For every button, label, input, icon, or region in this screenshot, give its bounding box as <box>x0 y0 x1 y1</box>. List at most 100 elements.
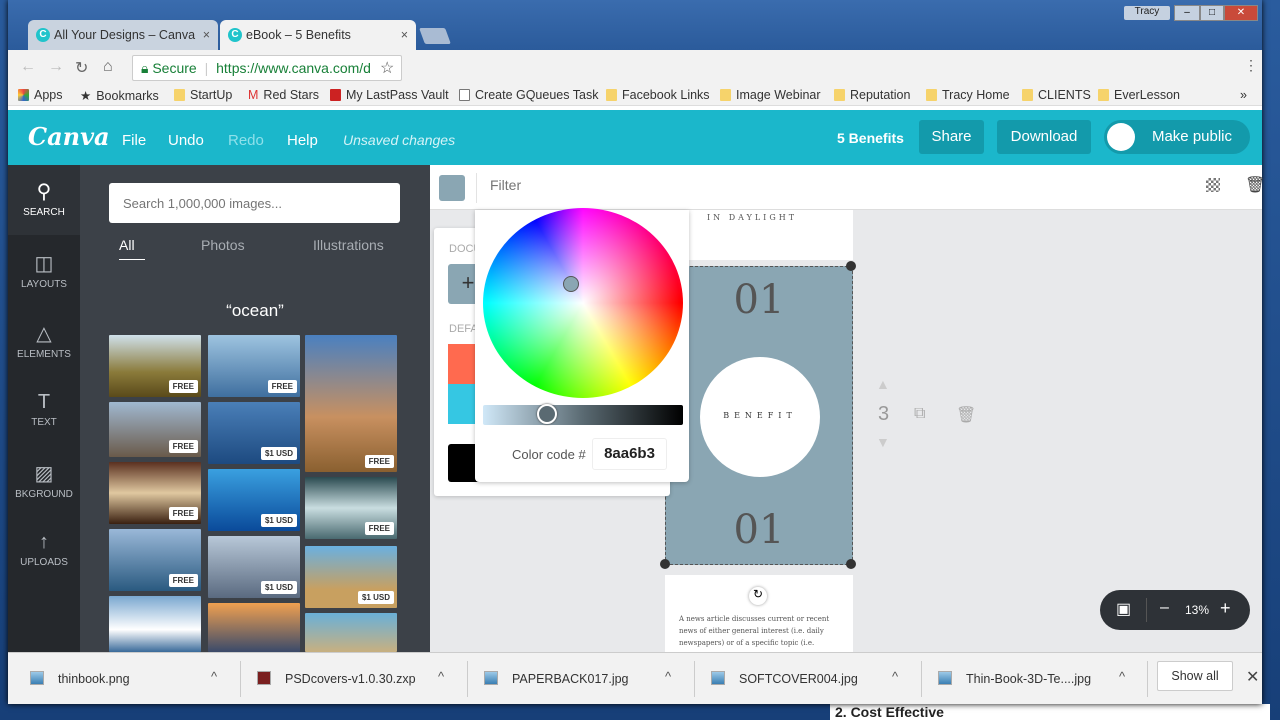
close-tab-icon[interactable]: × <box>203 20 210 50</box>
resize-handle[interactable] <box>846 559 856 569</box>
present-icon[interactable]: ▣ <box>1116 599 1131 619</box>
image-result-thumbnail[interactable]: FREE <box>109 402 201 457</box>
bookmark-red-stars[interactable]: M Red Stars <box>248 88 319 102</box>
nav-text[interactable]: T TEXT <box>8 391 80 428</box>
download-button[interactable]: Download <box>997 120 1091 154</box>
image-result-thumbnail[interactable]: $1 USD <box>208 402 300 464</box>
new-tab-button[interactable] <box>419 28 451 44</box>
brightness-slider-handle[interactable] <box>537 404 557 424</box>
tab-all[interactable]: All <box>119 237 145 260</box>
download-options-caret[interactable]: ^ <box>892 669 898 684</box>
benefit-circle[interactable]: BENEFIT <box>700 357 820 477</box>
color-swatch-button[interactable] <box>439 175 465 201</box>
nav-search[interactable]: ⚲ SEARCH <box>8 179 80 218</box>
nav-background[interactable]: ▨ BKGROUND <box>8 461 80 500</box>
delete-page-icon[interactable]: 🗑︎ <box>956 405 976 425</box>
image-result-thumbnail[interactable] <box>208 603 300 652</box>
home-icon[interactable]: ⌂ <box>103 58 113 76</box>
nav-layouts[interactable]: ◫ LAYOUTS <box>8 251 80 290</box>
bookmark-reputation[interactable]: Reputation <box>834 88 910 102</box>
image-result-thumbnail[interactable]: FREE <box>109 529 201 591</box>
image-result-thumbnail[interactable]: FREE <box>109 335 201 397</box>
zoom-level[interactable]: 13% <box>1185 603 1209 617</box>
nav-uploads[interactable]: ↑ UPLOADS <box>8 531 80 568</box>
move-page-up-icon[interactable]: ▲ <box>876 376 890 392</box>
selected-background-element[interactable]: 01 BENEFIT 01 <box>665 266 853 565</box>
download-options-caret[interactable]: ^ <box>438 669 444 684</box>
download-options-caret[interactable]: ^ <box>665 669 671 684</box>
download-options-caret[interactable]: ^ <box>211 669 217 684</box>
image-result-thumbnail[interactable]: $1 USD <box>305 546 397 608</box>
trash-icon[interactable]: 🗑︎ <box>1245 175 1265 195</box>
bookmark-image-webinar[interactable]: Image Webinar <box>720 88 821 102</box>
transparency-icon[interactable] <box>1206 178 1220 192</box>
image-result-thumbnail[interactable] <box>109 596 201 652</box>
bookmark-bookmarks[interactable]: ★ Bookmarks <box>80 88 159 103</box>
number-bottom[interactable]: 01 <box>666 507 852 553</box>
body-text[interactable]: A news article discusses current or rece… <box>679 613 839 649</box>
share-button[interactable]: Share <box>919 120 984 154</box>
image-result-thumbnail[interactable]: FREE <box>305 335 397 472</box>
bookmark-star-icon[interactable]: ☆ <box>380 58 394 78</box>
resize-handle[interactable] <box>660 559 670 569</box>
bookmark-tracy-home[interactable]: Tracy Home <box>926 88 1010 102</box>
bookmark-facebook-links[interactable]: Facebook Links <box>606 88 710 102</box>
canva-logo[interactable]: Canva <box>28 122 110 151</box>
help-menu[interactable]: Help <box>287 132 318 149</box>
close-downloads-bar-icon[interactable]: ✕ <box>1246 667 1259 687</box>
tab-illustrations[interactable]: Illustrations <box>313 237 384 253</box>
bookmark-gqueues[interactable]: Create GQueues Task <box>459 88 598 102</box>
redo-button[interactable]: Redo <box>228 132 264 149</box>
bookmark-clients[interactable]: CLIENTS <box>1022 88 1091 102</box>
nav-elements[interactable]: △ ELEMENTS <box>8 321 80 360</box>
design-title[interactable]: 5 Benefits <box>837 130 904 146</box>
bookmark-startup[interactable]: StartUp <box>174 88 232 102</box>
reload-icon[interactable]: ↻ <box>75 58 88 78</box>
file-menu[interactable]: File <box>122 132 146 149</box>
image-result-thumbnail[interactable] <box>305 613 397 652</box>
duplicate-page-icon[interactable]: ⧉ <box>914 405 925 423</box>
undo-button[interactable]: Undo <box>168 132 204 149</box>
image-result-thumbnail[interactable]: FREE <box>109 462 201 524</box>
resize-handle[interactable] <box>846 261 856 271</box>
bookmark-everlesson[interactable]: EverLesson <box>1098 88 1180 102</box>
bookmark-apps[interactable]: Apps <box>18 88 63 102</box>
benefit-text[interactable]: BENEFIT <box>700 411 820 420</box>
more-bookmarks-button[interactable]: » <box>1240 88 1247 102</box>
zoom-out-button[interactable]: – <box>1160 599 1169 617</box>
download-options-caret[interactable]: ^ <box>1119 669 1125 684</box>
image-result-thumbnail[interactable]: $1 USD <box>208 469 300 531</box>
address-bar[interactable]: 🔒︎ Secure | https://www.canva.com/d <box>132 55 402 81</box>
download-item[interactable]: PAPERBACK017.jpg <box>484 671 629 686</box>
brightness-slider[interactable] <box>483 404 683 425</box>
tab-photos[interactable]: Photos <box>201 237 245 253</box>
rotate-handle-icon[interactable]: ↻ <box>749 587 767 605</box>
color-wheel[interactable] <box>483 208 683 398</box>
show-all-downloads-button[interactable]: Show all <box>1157 661 1233 691</box>
back-icon[interactable]: ← <box>20 58 36 76</box>
image-result-thumbnail[interactable]: FREE <box>208 335 300 397</box>
tab-all-designs[interactable]: C All Your Designs – Canva × <box>28 20 218 50</box>
download-item[interactable]: Thin-Book-3D-Te....jpg <box>938 671 1091 686</box>
menu-icon[interactable]: ⋮ <box>1244 57 1258 74</box>
bookmark-lastpass[interactable]: My LastPass Vault <box>330 88 449 102</box>
minimize-button[interactable]: – <box>1174 5 1200 21</box>
make-public-toggle[interactable]: Make public <box>1104 120 1250 154</box>
tab-ebook[interactable]: CeBook – 5 Benefits × <box>220 20 416 50</box>
zoom-in-button[interactable]: + <box>1220 598 1231 619</box>
color-code-input[interactable]: 8aa6b3 <box>592 438 667 470</box>
download-item[interactable]: thinbook.png <box>30 671 130 686</box>
maximize-button[interactable]: □ <box>1200 5 1224 21</box>
color-wheel-handle[interactable] <box>563 276 579 292</box>
forward-icon[interactable]: → <box>48 58 64 76</box>
filter-input[interactable] <box>490 177 790 193</box>
download-item[interactable]: SOFTCOVER004.jpg <box>711 671 858 686</box>
image-result-thumbnail[interactable]: FREE <box>305 477 397 539</box>
number-top[interactable]: 01 <box>666 277 852 323</box>
move-page-down-icon[interactable]: ▼ <box>876 434 890 450</box>
user-profile-button[interactable]: Tracy <box>1124 6 1170 20</box>
image-result-thumbnail[interactable]: $1 USD <box>208 536 300 598</box>
download-item[interactable]: PSDcovers-v1.0.30.zxp <box>257 671 416 686</box>
close-tab-icon[interactable]: × <box>401 20 408 50</box>
image-search-input[interactable] <box>109 183 400 223</box>
